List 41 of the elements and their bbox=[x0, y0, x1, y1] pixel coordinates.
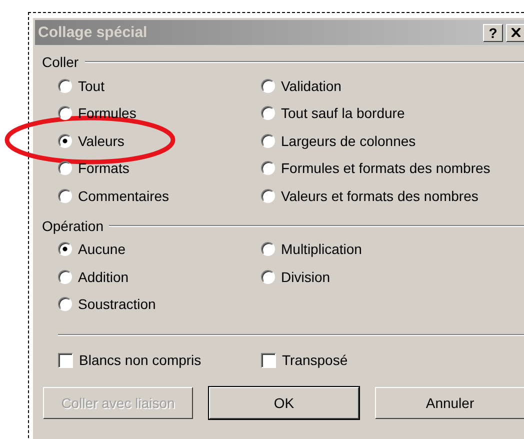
group-label: Opération bbox=[42, 218, 104, 234]
radio-button[interactable] bbox=[58, 134, 72, 148]
radio-button[interactable] bbox=[261, 134, 275, 148]
radio-option[interactable]: Valeurs bbox=[58, 127, 261, 154]
radio-button[interactable] bbox=[261, 78, 275, 93]
radio-button[interactable] bbox=[58, 78, 72, 93]
checkbox-option[interactable]: Blancs non compris bbox=[58, 352, 261, 368]
close-button[interactable] bbox=[506, 24, 524, 42]
close-icon bbox=[511, 28, 521, 37]
help-button[interactable]: ? bbox=[483, 24, 503, 42]
radio-option[interactable]: Multiplication bbox=[261, 236, 524, 263]
checkbox-option[interactable]: Transposé bbox=[261, 352, 524, 368]
window-title: Collage spécial bbox=[38, 24, 148, 41]
radio-button[interactable] bbox=[261, 188, 275, 203]
radio-option[interactable]: Valeurs et formats des nombres bbox=[261, 182, 524, 210]
radio-option[interactable]: Addition bbox=[58, 263, 261, 290]
radio-button[interactable] bbox=[261, 106, 275, 120]
radio-button[interactable] bbox=[261, 242, 275, 256]
radio-option[interactable]: Division bbox=[261, 263, 524, 290]
radio-option[interactable]: Commentaires bbox=[58, 182, 261, 210]
radio-option[interactable]: Formules et formats des nombres bbox=[261, 154, 524, 182]
radio-button[interactable] bbox=[58, 106, 72, 120]
radio-option[interactable]: Largeurs de colonnes bbox=[261, 127, 524, 154]
checkbox[interactable] bbox=[58, 352, 73, 368]
radio-button[interactable] bbox=[261, 270, 275, 284]
radio-button[interactable] bbox=[58, 270, 72, 284]
radio-option[interactable]: Tout bbox=[58, 72, 261, 100]
radio-option[interactable]: Soustraction bbox=[58, 290, 261, 318]
checkbox[interactable] bbox=[261, 352, 276, 368]
dialog-button[interactable]: Annuler bbox=[375, 387, 524, 419]
group-label: Coller bbox=[42, 54, 79, 70]
radio-option[interactable]: Formats bbox=[58, 154, 261, 182]
radio-button[interactable] bbox=[58, 242, 72, 256]
radio-button[interactable] bbox=[261, 161, 275, 176]
radio-button[interactable] bbox=[58, 161, 72, 176]
radio-option[interactable]: Aucune bbox=[58, 236, 261, 263]
radio-option[interactable]: Tout sauf la bordure bbox=[261, 100, 524, 127]
radio-button[interactable] bbox=[58, 188, 72, 203]
dialog-button[interactable]: OK bbox=[209, 387, 359, 419]
radio-option[interactable]: Validation bbox=[261, 72, 524, 100]
radio-button[interactable] bbox=[58, 297, 72, 312]
